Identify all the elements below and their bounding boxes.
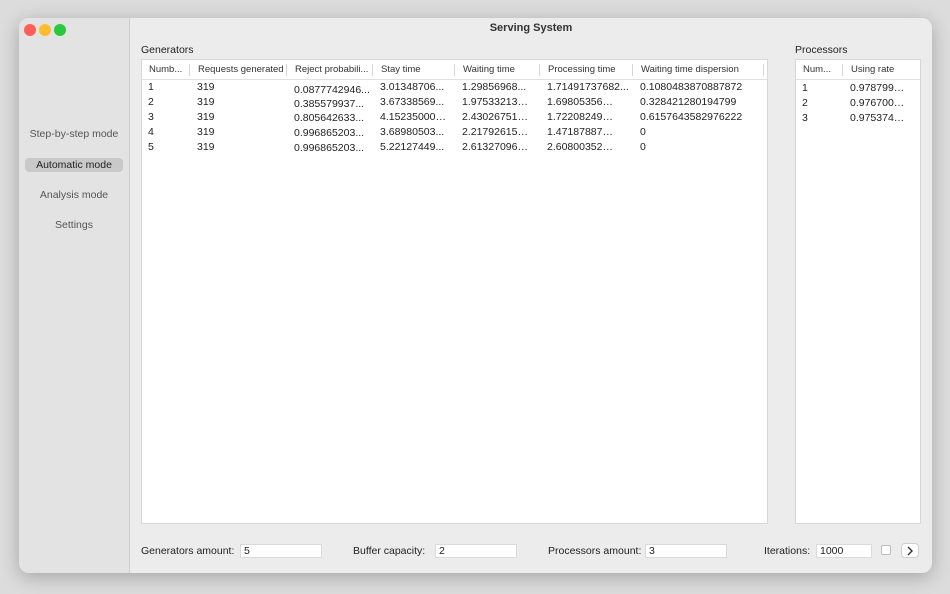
minimize-window-button[interactable] <box>39 24 51 36</box>
chevron-right-icon <box>907 546 913 556</box>
window-title: Serving System <box>489 22 573 34</box>
table-row[interactable]: 1 319 0.0877742946... 3.01348706... 1.29… <box>142 80 767 96</box>
generators-amount-field[interactable]: 5 <box>240 544 322 558</box>
col-header-requests-generated[interactable]: Requests generated <box>191 60 286 80</box>
processors-table-header: Num... Using rate <box>796 60 920 80</box>
cell-using-rate: 0.975374… <box>850 112 905 124</box>
cell-waiting-time: 1.97533213… <box>462 96 528 108</box>
cell-number: 3 <box>148 111 154 123</box>
col-header-waiting-time[interactable]: Waiting time <box>456 60 539 80</box>
cell-waiting-time-dispersion: 0.6157643582976222 <box>640 111 743 123</box>
iterations-field[interactable]: 1000 <box>816 544 872 558</box>
cell-waiting-time: 1.29856968... <box>462 81 527 93</box>
cell-number: 2 <box>802 97 808 109</box>
sidebar-item-analysis[interactable]: Analysis mode <box>25 188 123 202</box>
sidebar-item-step-by-step[interactable]: Step-by-step mode <box>25 127 123 141</box>
sidebar-item-automatic[interactable]: Automatic mode <box>25 158 123 172</box>
cell-stay-time: 5.22127449... <box>380 141 445 153</box>
next-button[interactable] <box>901 543 919 558</box>
col-header-number[interactable]: Numb... <box>142 60 189 80</box>
sidebar-item-settings[interactable]: Settings <box>25 218 123 232</box>
cell-waiting-time-dispersion: 0.328421280194799 <box>640 96 737 108</box>
cell-using-rate: 0.978799… <box>850 82 905 94</box>
column-divider[interactable] <box>842 64 843 76</box>
column-divider[interactable] <box>763 64 764 76</box>
generators-table-header: Numb... Requests generated Reject probab… <box>142 60 767 80</box>
cell-processing-time: 1.71491737682... <box>547 81 629 93</box>
processors-table[interactable]: Num... Using rate 1 0.978799… 2 0.976700… <box>795 59 921 524</box>
table-row[interactable]: 2 0.976700… <box>796 96 920 111</box>
processors-amount-field[interactable]: 3 <box>645 544 727 558</box>
cell-number: 3 <box>802 112 808 124</box>
cell-number: 1 <box>802 82 808 94</box>
col-header-processing-time[interactable]: Processing time <box>541 60 632 80</box>
buffer-capacity-label: Buffer capacity: <box>353 545 426 557</box>
iterations-label: Iterations: <box>764 545 811 557</box>
table-row[interactable]: 3 0.975374… <box>796 111 920 126</box>
column-divider[interactable] <box>372 64 373 76</box>
sidebar: Step-by-step mode Automatic mode Analysi… <box>19 18 130 573</box>
buffer-capacity-field[interactable]: 2 <box>435 544 517 558</box>
maximize-window-button[interactable] <box>54 24 66 36</box>
cell-number: 5 <box>148 141 154 153</box>
table-row[interactable]: 2 319 0.385579937... 3.67338569... 1.975… <box>142 95 767 110</box>
col-header-using-rate[interactable]: Using rate <box>844 60 920 80</box>
table-row[interactable]: 1 0.978799… <box>796 81 920 96</box>
main-content: Serving System Generators Numb... Reques… <box>130 18 932 573</box>
cell-requests-generated: 319 <box>197 81 215 93</box>
cell-requests-generated: 319 <box>197 141 215 153</box>
cell-waiting-time: 2.61327096… <box>462 141 528 153</box>
cell-reject-probability: 0.805642633... <box>294 112 365 124</box>
cell-waiting-time: 2.21792615… <box>462 126 528 138</box>
cell-waiting-time-dispersion: 0 <box>640 141 646 153</box>
column-divider[interactable] <box>632 64 633 76</box>
cell-waiting-time-dispersion: 0.1080483870887872 <box>640 81 743 93</box>
cell-using-rate: 0.976700… <box>850 97 905 109</box>
table-row[interactable]: 4 319 0.996865203... 3.68980503... 2.217… <box>142 125 767 140</box>
cell-reject-probability: 0.996865203... <box>294 127 365 139</box>
cell-stay-time: 3.67338569... <box>380 96 445 108</box>
option-checkbox[interactable] <box>881 545 891 555</box>
col-header-reject-probability[interactable]: Reject probabili... <box>288 60 372 80</box>
cell-processing-time: 2.60800352… <box>547 141 613 153</box>
cell-reject-probability: 0.996865203... <box>294 142 365 154</box>
column-divider[interactable] <box>189 64 190 76</box>
cell-requests-generated: 319 <box>197 111 215 123</box>
table-row[interactable]: 3 319 0.805642633... 4.15235000… 2.43026… <box>142 110 767 125</box>
cell-stay-time: 3.68980503... <box>380 126 445 138</box>
processors-title: Processors <box>795 44 848 56</box>
cell-requests-generated: 319 <box>197 96 215 108</box>
cell-waiting-time: 2.43026751… <box>462 111 528 123</box>
cell-waiting-time-dispersion: 0 <box>640 126 646 138</box>
column-divider[interactable] <box>286 64 287 76</box>
cell-processing-time: 1.47187887… <box>547 126 613 138</box>
cell-number: 1 <box>148 81 154 93</box>
column-divider[interactable] <box>539 64 540 76</box>
close-window-button[interactable] <box>24 24 36 36</box>
cell-stay-time: 4.15235000… <box>380 111 446 123</box>
table-row[interactable]: 5 319 0.996865203... 5.22127449... 2.613… <box>142 140 767 155</box>
processors-amount-label: Processors amount: <box>548 545 642 557</box>
generators-amount-label: Generators amount: <box>141 545 235 557</box>
column-divider[interactable] <box>454 64 455 76</box>
cell-stay-time: 3.01348706... <box>380 81 445 93</box>
app-window: Step-by-step mode Automatic mode Analysi… <box>19 18 932 573</box>
col-header-number[interactable]: Num... <box>796 60 841 80</box>
col-header-stay-time[interactable]: Stay time <box>374 60 454 80</box>
generators-title: Generators <box>141 44 194 56</box>
cell-processing-time: 1.69805356… <box>547 96 613 108</box>
cell-number: 2 <box>148 96 154 108</box>
cell-requests-generated: 319 <box>197 126 215 138</box>
generators-table[interactable]: Numb... Requests generated Reject probab… <box>141 59 768 524</box>
col-header-waiting-time-dispersion[interactable]: Waiting time dispersion <box>634 60 762 80</box>
cell-processing-time: 1.72208249… <box>547 111 613 123</box>
cell-number: 4 <box>148 126 154 138</box>
